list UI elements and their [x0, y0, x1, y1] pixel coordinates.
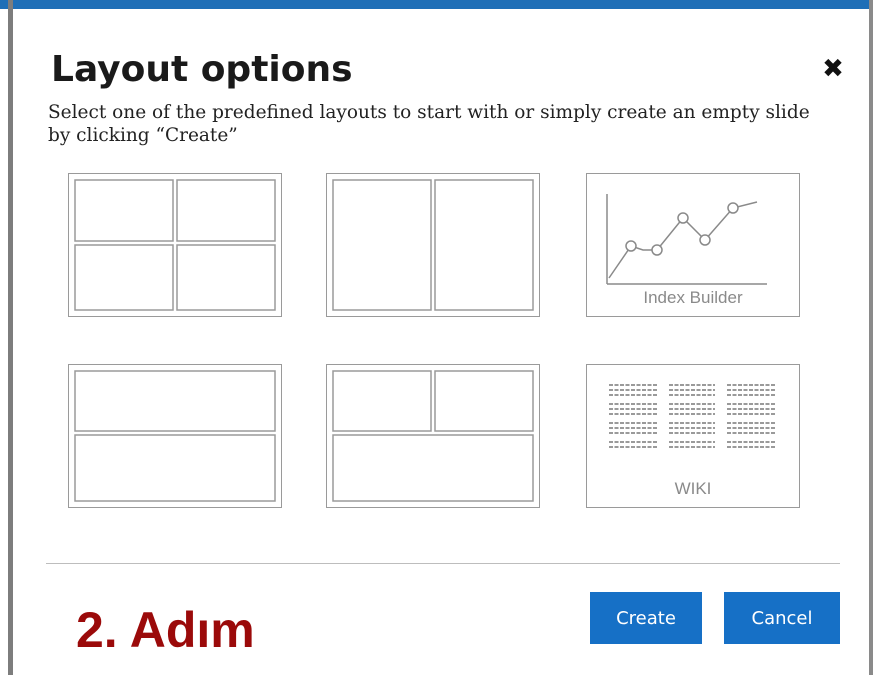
two-columns-layout-icon: [332, 179, 534, 311]
layout-option-wiki[interactable]: WIKI: [586, 364, 800, 508]
create-button[interactable]: Create: [590, 592, 702, 644]
window-right-border: [869, 0, 885, 675]
window-top-bar: [0, 0, 885, 9]
step-label: 2. Adım: [76, 602, 255, 658]
two-rows-layout-icon: [74, 370, 276, 502]
layout-option-index-builder[interactable]: Index Builder: [586, 173, 800, 317]
index-builder-caption: Index Builder: [643, 288, 743, 307]
dialog-title: Layout options: [51, 49, 353, 90]
layout-option-two-rows[interactable]: [68, 364, 282, 508]
dialog-description: Select one of the predefined layouts to …: [48, 102, 810, 146]
footer-divider: [46, 563, 840, 564]
grid-2x2-layout-icon: [74, 179, 276, 311]
wiki-caption: WIKI: [674, 479, 712, 498]
layout-options-dialog: Layout options ✖ Select one of the prede…: [13, 9, 869, 675]
layout-option-two-top-one-bottom[interactable]: [326, 364, 540, 508]
layout-option-grid-2x2[interactable]: [68, 173, 282, 317]
layout-option-two-columns[interactable]: [326, 173, 540, 317]
two-top-one-bottom-layout-icon: [332, 370, 534, 502]
close-icon[interactable]: ✖: [819, 55, 847, 83]
cancel-button[interactable]: Cancel: [724, 592, 840, 644]
